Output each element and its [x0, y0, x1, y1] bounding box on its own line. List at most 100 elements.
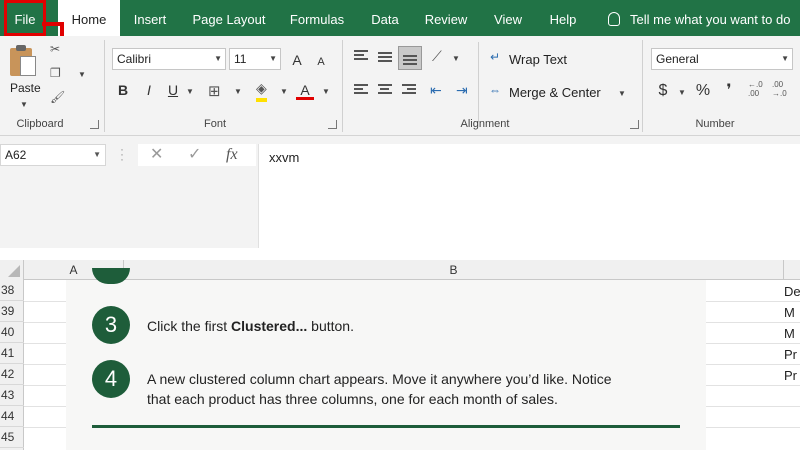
top-align-icon[interactable] — [354, 50, 368, 62]
alignment-group-label: Alignment — [460, 118, 510, 130]
chevron-down-icon: ▼ — [93, 150, 101, 159]
row-header-42[interactable]: 42 — [0, 364, 24, 385]
wrap-text-button[interactable]: Wrap Text — [509, 52, 567, 67]
orientation-dropdown-icon[interactable]: ▼ — [452, 54, 460, 63]
underline-button[interactable]: U — [164, 80, 182, 100]
currency-dropdown-icon[interactable]: ▼ — [678, 88, 686, 97]
bottom-align-selected[interactable] — [398, 46, 422, 70]
tab-page-layout[interactable]: Page Layout — [186, 0, 272, 36]
font-color-button[interactable]: A — [296, 80, 314, 100]
font-group-label: Font — [203, 118, 226, 130]
comma-style-button[interactable]: ❜ — [720, 81, 738, 101]
middle-align-icon[interactable] — [378, 52, 392, 64]
step-4-text-line-2: that each product has three columns, one… — [147, 391, 558, 407]
cell-c42[interactable]: Pr — [784, 365, 800, 386]
column-header-b[interactable]: B — [124, 260, 784, 280]
align-left-icon[interactable] — [354, 84, 368, 96]
drag-handle-icon[interactable]: · · · — [120, 143, 124, 165]
tab-help[interactable]: Help — [540, 0, 586, 36]
ribbon-tab-bar: File Home Insert Page Layout Formulas Da… — [0, 0, 800, 36]
format-painter-icon[interactable]: 🖌 — [50, 90, 65, 104]
font-color-dropdown-icon[interactable]: ▼ — [322, 87, 330, 96]
row-header-39[interactable]: 39 — [0, 301, 24, 322]
increase-decimal-icon[interactable]: ←.0.00 — [748, 80, 763, 98]
ribbon-home: Paste ▼ ✂ ❐ ▼ 🖌 Clipboard Calibri ▼ 11 ▼ A… — [0, 36, 800, 136]
step-4-text-line-1: A new clustered column chart appears. Mo… — [147, 371, 612, 387]
fill-color-dropdown-icon[interactable]: ▼ — [280, 87, 288, 96]
copy-icon[interactable]: ❐ — [50, 66, 61, 80]
tab-file[interactable]: File — [4, 0, 46, 36]
tab-insert[interactable]: Insert — [128, 0, 172, 36]
paste-button[interactable]: Paste — [10, 81, 41, 95]
group-separator — [642, 40, 643, 132]
clipboard-launcher-icon[interactable] — [90, 120, 99, 129]
font-launcher-icon[interactable] — [328, 120, 337, 129]
borders-icon[interactable]: ⊞ — [208, 82, 221, 100]
decrease-decimal-icon[interactable]: .00 →.0 — [772, 80, 787, 98]
lightbulb-icon — [608, 12, 620, 26]
wrap-text-icon: ↵ — [490, 50, 501, 64]
group-separator — [478, 42, 479, 122]
step-3-text-pre: Click the first — [147, 318, 232, 334]
group-separator — [342, 40, 343, 132]
font-size-select[interactable]: 11 ▼ — [229, 48, 281, 70]
tab-home[interactable]: Home — [58, 0, 120, 36]
tab-formulas[interactable]: Formulas — [284, 0, 350, 36]
clipboard-group-label: Clipboard — [16, 118, 64, 130]
group-separator — [104, 40, 105, 132]
merge-center-button[interactable]: Merge & Center — [509, 85, 601, 100]
insert-function-icon[interactable]: fx — [226, 144, 238, 166]
number-format-value: General — [656, 52, 699, 66]
tab-data[interactable]: Data — [362, 0, 408, 36]
tab-review[interactable]: Review — [418, 0, 474, 36]
cancel-icon[interactable]: ✕ — [150, 144, 163, 166]
font-size-value: 11 — [234, 52, 247, 66]
row-header-45[interactable]: 45 — [0, 427, 24, 448]
name-box[interactable]: A62 ▼ — [0, 144, 106, 166]
font-name-select[interactable]: Calibri ▼ — [112, 48, 226, 70]
cell-c38[interactable]: De — [784, 281, 800, 302]
orientation-icon[interactable]: ⟋ — [432, 48, 442, 65]
percent-button[interactable]: % — [694, 81, 712, 101]
card-divider — [92, 425, 680, 428]
chevron-down-icon: ▼ — [269, 54, 277, 63]
merge-center-icon: ⇔ — [489, 83, 501, 97]
row-header-41[interactable]: 41 — [0, 343, 24, 364]
select-all-button[interactable] — [0, 260, 24, 280]
increase-font-size-button[interactable]: A — [288, 50, 306, 70]
formula-input[interactable]: xxvm — [258, 144, 800, 248]
step-3-text-bold: Clustered... — [231, 318, 308, 334]
tell-me-search[interactable]: Tell me what you want to do — [608, 0, 790, 36]
row-header-40[interactable]: 40 — [0, 322, 24, 343]
italic-button[interactable]: I — [140, 80, 158, 100]
cell-c41[interactable]: Pr — [784, 344, 800, 365]
row-header-38[interactable]: 38 — [0, 280, 24, 301]
fill-color-icon[interactable]: ◈ — [256, 80, 267, 102]
tell-me-label: Tell me what you want to do — [630, 12, 791, 27]
cut-icon[interactable]: ✂ — [50, 42, 60, 56]
align-right-icon[interactable] — [402, 84, 416, 96]
cell-c40[interactable]: M — [784, 323, 800, 344]
copy-dropdown-icon[interactable]: ▼ — [78, 70, 86, 79]
row-header-44[interactable]: 44 — [0, 406, 24, 427]
name-box-value: A62 — [5, 148, 27, 162]
decrease-indent-icon[interactable]: ⇤ — [430, 82, 442, 99]
formula-bar: A62 ▼ · · · ✕ ✓ fx xxvm — [0, 136, 800, 248]
decrease-font-size-button[interactable]: A — [312, 52, 330, 72]
underline-dropdown-icon[interactable]: ▼ — [186, 87, 194, 96]
paste-icon[interactable] — [8, 44, 38, 78]
number-format-select[interactable]: General ▼ — [651, 48, 793, 70]
paste-dropdown-icon[interactable]: ▼ — [20, 100, 28, 109]
alignment-launcher-icon[interactable] — [630, 120, 639, 129]
merge-dropdown-icon[interactable]: ▼ — [618, 89, 626, 98]
font-name-value: Calibri — [117, 52, 152, 66]
increase-indent-icon[interactable]: ⇥ — [456, 82, 468, 99]
tab-view[interactable]: View — [486, 0, 530, 36]
bold-button[interactable]: B — [114, 80, 132, 100]
align-center-icon[interactable] — [378, 84, 392, 96]
enter-icon[interactable]: ✓ — [188, 144, 201, 166]
row-header-43[interactable]: 43 — [0, 385, 24, 406]
cell-c39[interactable]: M — [784, 302, 800, 323]
borders-dropdown-icon[interactable]: ▼ — [234, 87, 242, 96]
currency-button[interactable]: $ — [654, 81, 672, 101]
